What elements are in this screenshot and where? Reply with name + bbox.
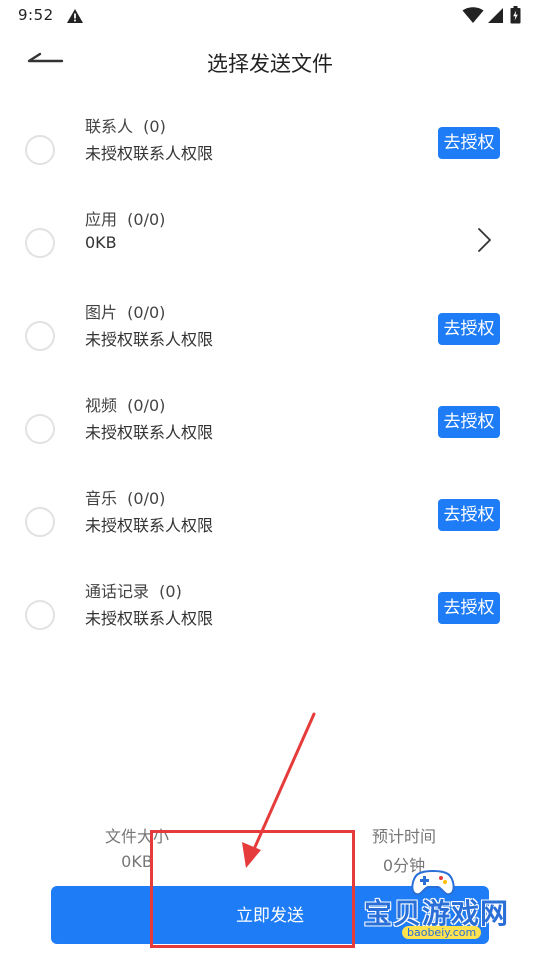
eta-value: 0分钟 — [382, 856, 426, 875]
item-title: 应用 (0/0) — [85, 210, 166, 229]
file-size-label: 文件大小 — [104, 827, 169, 846]
wifi-icon — [462, 7, 484, 23]
authorize-button[interactable]: 去授权 — [438, 592, 500, 624]
list-item-call-log[interactable]: 通话记录 (0) 未授权联系人权限 去授权 — [0, 575, 540, 668]
item-title: 音乐 (0/0) — [85, 489, 166, 508]
select-radio[interactable] — [25, 600, 55, 630]
battery-icon — [510, 6, 521, 24]
list-item-contacts[interactable]: 联系人 (0) 未授权联系人权限 去授权 — [0, 110, 540, 203]
warning-icon — [67, 9, 83, 23]
status-bar: 9:52 — [0, 0, 540, 32]
select-radio[interactable] — [25, 321, 55, 351]
item-title: 联系人 (0) — [85, 117, 166, 136]
send-now-button[interactable]: 立即发送 — [51, 886, 489, 944]
select-radio[interactable] — [25, 135, 55, 165]
authorize-button[interactable]: 去授权 — [438, 127, 500, 159]
status-time: 9:52 — [18, 6, 54, 24]
eta-label: 预计时间 — [371, 827, 436, 846]
list-item-videos[interactable]: 视频 (0/0) 未授权联系人权限 去授权 — [0, 389, 540, 482]
chevron-right-icon[interactable] — [476, 227, 492, 253]
item-subtitle: 未授权联系人权限 — [85, 516, 214, 535]
file-size-value: 0KB — [121, 852, 153, 871]
select-radio[interactable] — [25, 507, 55, 537]
item-subtitle: 未授权联系人权限 — [85, 330, 214, 349]
item-title: 视频 (0/0) — [85, 396, 166, 415]
signal-icon — [488, 8, 503, 23]
authorize-button[interactable]: 去授权 — [438, 499, 500, 531]
list-item-apps[interactable]: 应用 (0/0) 0KB — [0, 203, 540, 296]
item-subtitle: 0KB — [85, 233, 117, 252]
authorize-button[interactable]: 去授权 — [438, 313, 500, 345]
item-title: 通话记录 (0) — [85, 582, 182, 601]
list-item-music[interactable]: 音乐 (0/0) 未授权联系人权限 去授权 — [0, 482, 540, 575]
page-title: 选择发送文件 — [207, 52, 333, 76]
select-radio[interactable] — [25, 228, 55, 258]
authorize-button[interactable]: 去授权 — [438, 406, 500, 438]
item-subtitle: 未授权联系人权限 — [85, 609, 214, 628]
select-radio[interactable] — [25, 414, 55, 444]
item-subtitle: 未授权联系人权限 — [85, 144, 214, 163]
list-item-images[interactable]: 图片 (0/0) 未授权联系人权限 去授权 — [0, 296, 540, 389]
item-title: 图片 (0/0) — [85, 303, 166, 322]
item-subtitle: 未授权联系人权限 — [85, 423, 214, 442]
